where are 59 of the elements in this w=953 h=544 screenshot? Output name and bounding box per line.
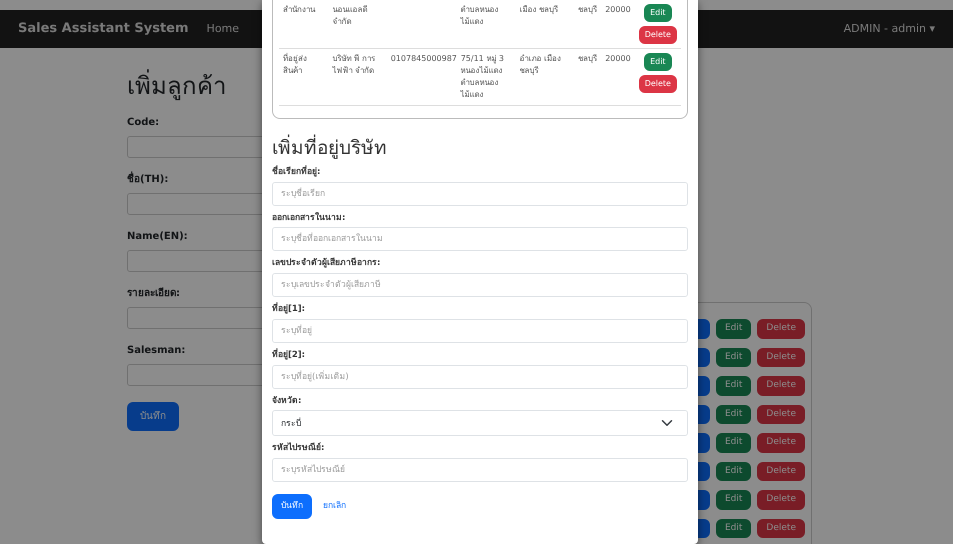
field-label: ชื่อเรียกที่อยู่: [272, 166, 322, 179]
edit-button[interactable]: Edit [716, 518, 752, 538]
delete-button[interactable]: Delete [757, 348, 805, 367]
edit-button[interactable]: Edit [716, 433, 752, 452]
table-cell: นอนแอลดี จำกัด [332, 5, 368, 26]
table-cell: 75/11 หมู่ 3 หนองไม้แดง ตำบลหนองไม้แดง [460, 54, 504, 99]
form-title: เพิ่มที่อยู่บริษัท [272, 137, 387, 160]
field-label: ที่อยู่[2]: [272, 348, 306, 362]
field-label: จังหวัด: [272, 394, 302, 408]
field-label: Salesman: [127, 344, 186, 358]
table-cell: สำนักงาน [283, 5, 315, 14]
delete-button[interactable]: Delete [757, 433, 805, 452]
field-label: ออกเอกสารในนาม: [272, 212, 346, 224]
input-field[interactable]: ระบุรหัสไปรษณีย์ [272, 458, 688, 482]
table-cell: ที่อยู่ส่ง สินค้า [283, 54, 307, 75]
edit-button[interactable]: Edit [716, 404, 752, 424]
nav-link[interactable]: Home [206, 20, 240, 38]
field-label: รหัสไปรษณีย์: [272, 442, 326, 456]
input-field[interactable]: ระบุชื่อเรียก [272, 182, 688, 206]
delete-button[interactable]: Delete [757, 404, 805, 424]
edit-button[interactable]: Edit [644, 4, 672, 22]
edit-button[interactable]: Edit [716, 490, 752, 510]
edit-button[interactable]: Edit [716, 376, 752, 396]
table-cell: ชลบุรี [578, 54, 598, 63]
table-cell: บริษัท พี การไฟฟ้า จำกัด [332, 54, 375, 75]
user-menu[interactable]: ADMIN - admin ▾ [844, 20, 935, 38]
delete-button[interactable]: Delete [757, 490, 805, 510]
delete-button[interactable]: Delete [757, 462, 805, 481]
submit-button[interactable]: บันทึก [127, 402, 179, 431]
table-cell: ชลบุรี [578, 5, 598, 14]
field-label: Code: [127, 116, 160, 130]
field-label: ที่อยู่[1]: [272, 303, 306, 316]
input-field[interactable]: ระบุชื่อที่ออกเอกสารในนาม [272, 227, 688, 252]
province-select[interactable]: กระบี่ [272, 410, 688, 436]
cancel-link[interactable]: ยกเลิก [322, 499, 347, 514]
field-label: เลขประจำตัวผู้เสียภาษีอากร: [272, 257, 382, 270]
brand-title[interactable]: Sales Assistant System [18, 19, 189, 39]
table-cell: ตำบลหนองไม้แดง [460, 5, 499, 26]
delete-button[interactable]: Delete [757, 376, 805, 396]
input-field[interactable]: ระบุเลขประจำตัวผู้เสียภาษี [272, 273, 688, 298]
input-field[interactable]: ระบุที่อยู่(เพิ่มเติม) [272, 364, 688, 389]
field-label: Name(EN): [127, 230, 188, 244]
table-cell: 20000 [605, 5, 631, 14]
table-cell: 20000 [605, 54, 631, 63]
table-cell: 0107845000987 [390, 54, 457, 63]
table-cell: เมือง ชลบุรี [520, 5, 558, 14]
input-field[interactable]: ระบุที่อยู่ [272, 318, 688, 343]
delete-button[interactable]: Delete [757, 319, 805, 338]
delete-button[interactable]: Delete [638, 75, 677, 93]
edit-button[interactable]: Edit [644, 53, 672, 71]
field-label: ชื่อ(TH): [127, 172, 168, 187]
delete-button[interactable]: Delete [638, 26, 677, 44]
edit-button[interactable]: Edit [716, 319, 752, 338]
delete-button[interactable]: Delete [757, 518, 805, 538]
table-cell: อำเภอ เมือง ชลบุรี [520, 54, 562, 75]
save-button[interactable]: บันทึก [272, 494, 312, 519]
edit-button[interactable]: Edit [716, 348, 752, 367]
field-label: รายละเอียด: [127, 286, 180, 301]
edit-button[interactable]: Edit [716, 462, 752, 481]
